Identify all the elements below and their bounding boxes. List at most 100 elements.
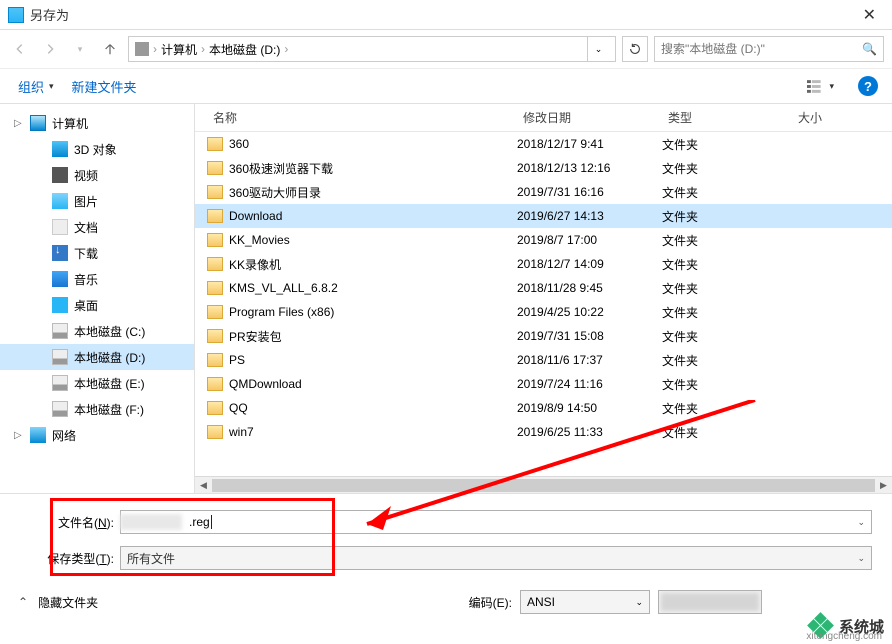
tree-item-label: 计算机	[52, 115, 88, 132]
folder-tree[interactable]: ▷ 计算机 3D 对象 视频 图片 文档 下载 音乐 桌面 本地磁盘 (C:) …	[0, 104, 195, 493]
tree-item[interactable]: 本地磁盘 (D:)	[0, 344, 194, 370]
tree-item[interactable]: 3D 对象	[0, 136, 194, 162]
hide-folders-link[interactable]: 隐藏文件夹	[38, 594, 98, 611]
file-date: 2019/6/27 14:13	[517, 209, 662, 223]
tree-item[interactable]: 图片	[0, 188, 194, 214]
file-type: 文件夹	[662, 352, 792, 369]
tree-item-label: 本地磁盘 (E:)	[74, 375, 145, 392]
folder-icon	[207, 353, 223, 367]
folder-icon	[207, 377, 223, 391]
file-name: KMS_VL_ALL_6.8.2	[229, 281, 338, 295]
file-row[interactable]: 360极速浏览器下载 2018/12/13 12:16 文件夹	[195, 156, 892, 180]
file-row[interactable]: 360驱动大师目录 2019/7/31 16:16 文件夹	[195, 180, 892, 204]
chevron-down-icon[interactable]: ⌄	[857, 517, 865, 528]
column-date[interactable]: 修改日期	[517, 109, 662, 126]
view-options-button[interactable]: ▾	[806, 75, 834, 97]
tree-item[interactable]: 视频	[0, 162, 194, 188]
tree-item[interactable]: 本地磁盘 (F:)	[0, 396, 194, 422]
tree-item[interactable]: 桌面	[0, 292, 194, 318]
search-box[interactable]: 🔍	[654, 36, 884, 62]
expand-caret-icon[interactable]: ▷	[14, 118, 24, 129]
encoding-dropdown[interactable]: ANSI ⌄	[520, 590, 650, 614]
chevron-down-icon[interactable]: ⌄	[857, 553, 865, 564]
folder-icon	[207, 281, 223, 295]
filename-field[interactable]: .reg ⌄	[120, 510, 872, 534]
toolbar: 组织▾ 新建文件夹 ▾ ?	[0, 68, 892, 104]
scroll-left-icon[interactable]: ◀	[195, 477, 212, 493]
file-row[interactable]: KMS_VL_ALL_6.8.2 2018/11/28 9:45 文件夹	[195, 276, 892, 300]
tree-item[interactable]: 本地磁盘 (E:)	[0, 370, 194, 396]
forward-button[interactable]	[38, 37, 62, 61]
ico-disk	[52, 323, 68, 339]
expand-caret-icon[interactable]: ▷	[14, 430, 24, 441]
tree-item[interactable]: ▷ 网络	[0, 422, 194, 448]
expand-icon[interactable]: ⌃	[18, 595, 28, 609]
filetype-dropdown[interactable]: 所有文件 ⌄	[120, 546, 872, 570]
tree-item-label: 本地磁盘 (C:)	[74, 323, 145, 340]
file-type: 文件夹	[662, 304, 792, 321]
back-button[interactable]	[8, 37, 32, 61]
breadcrumb-segment[interactable]: 本地磁盘 (D:)	[209, 41, 280, 58]
file-type: 文件夹	[662, 136, 792, 153]
ico-doc	[52, 219, 68, 235]
new-folder-button[interactable]: 新建文件夹	[72, 77, 137, 96]
file-date: 2019/4/25 10:22	[517, 305, 662, 319]
up-button[interactable]	[98, 37, 122, 61]
file-date: 2019/8/9 14:50	[517, 401, 662, 415]
file-row[interactable]: KK录像机 2018/12/7 14:09 文件夹	[195, 252, 892, 276]
ico-network	[30, 427, 46, 443]
recent-locations-button[interactable]: ▾	[68, 37, 92, 61]
breadcrumb[interactable]: › 计算机 › 本地磁盘 (D:) › ⌄	[128, 36, 616, 62]
file-type: 文件夹	[662, 256, 792, 273]
refresh-button[interactable]	[622, 36, 648, 62]
close-button[interactable]: ✕	[855, 1, 884, 29]
tree-item[interactable]: 文档	[0, 214, 194, 240]
file-row[interactable]: KK_Movies 2019/8/7 17:00 文件夹	[195, 228, 892, 252]
watermark-url: xitongcheng.com	[806, 631, 882, 642]
chevron-down-icon[interactable]: ⌄	[635, 597, 643, 608]
search-icon[interactable]: 🔍	[862, 42, 877, 56]
file-row[interactable]: QQ 2019/8/9 14:50 文件夹	[195, 396, 892, 420]
folder-icon	[207, 233, 223, 247]
file-date: 2019/7/31 16:16	[517, 185, 662, 199]
breadcrumb-dropdown[interactable]: ⌄	[587, 37, 609, 61]
file-row[interactable]: win7 2019/6/25 11:33 文件夹	[195, 420, 892, 444]
folder-icon	[207, 401, 223, 415]
tree-item[interactable]: 音乐	[0, 266, 194, 292]
file-name: KK录像机	[229, 256, 281, 273]
file-list-header[interactable]: 名称 修改日期 类型 大小	[195, 104, 892, 132]
file-row[interactable]: 360 2018/12/17 9:41 文件夹	[195, 132, 892, 156]
file-row[interactable]: Download 2019/6/27 14:13 文件夹	[195, 204, 892, 228]
filename-input[interactable]: .reg	[189, 515, 210, 529]
breadcrumb-segment[interactable]: 计算机	[161, 41, 197, 58]
scroll-right-icon[interactable]: ▶	[875, 477, 892, 493]
tree-item-label: 桌面	[74, 297, 98, 314]
column-type[interactable]: 类型	[662, 109, 792, 126]
tree-item[interactable]: 下载	[0, 240, 194, 266]
folder-icon	[207, 209, 223, 223]
save-button[interactable]	[658, 590, 762, 614]
file-row[interactable]: Program Files (x86) 2019/4/25 10:22 文件夹	[195, 300, 892, 324]
file-row[interactable]: PR安装包 2019/7/31 15:08 文件夹	[195, 324, 892, 348]
chevron-down-icon: ▾	[49, 81, 54, 92]
file-row[interactable]: QMDownload 2019/7/24 11:16 文件夹	[195, 372, 892, 396]
file-name: QMDownload	[229, 377, 302, 391]
file-row[interactable]: PS 2018/11/6 17:37 文件夹	[195, 348, 892, 372]
tree-item-label: 视频	[74, 167, 98, 184]
chevron-right-icon: ›	[153, 42, 157, 56]
tree-item[interactable]: 本地磁盘 (C:)	[0, 318, 194, 344]
tree-item-label: 3D 对象	[74, 141, 117, 158]
column-size[interactable]: 大小	[792, 109, 852, 126]
help-button[interactable]: ?	[858, 76, 878, 96]
tree-item[interactable]: ▷ 计算机	[0, 110, 194, 136]
file-list[interactable]: 名称 修改日期 类型 大小 360 2018/12/17 9:41 文件夹 36…	[195, 104, 892, 493]
horizontal-scrollbar[interactable]: ◀ ▶	[195, 476, 892, 493]
organize-menu[interactable]: 组织▾	[18, 77, 54, 96]
column-name[interactable]: 名称	[207, 109, 517, 126]
scroll-thumb[interactable]	[212, 479, 875, 492]
ico-disk	[52, 349, 68, 365]
search-input[interactable]	[661, 42, 862, 56]
app-icon	[8, 7, 24, 23]
file-type: 文件夹	[662, 400, 792, 417]
tree-item-label: 图片	[74, 193, 98, 210]
